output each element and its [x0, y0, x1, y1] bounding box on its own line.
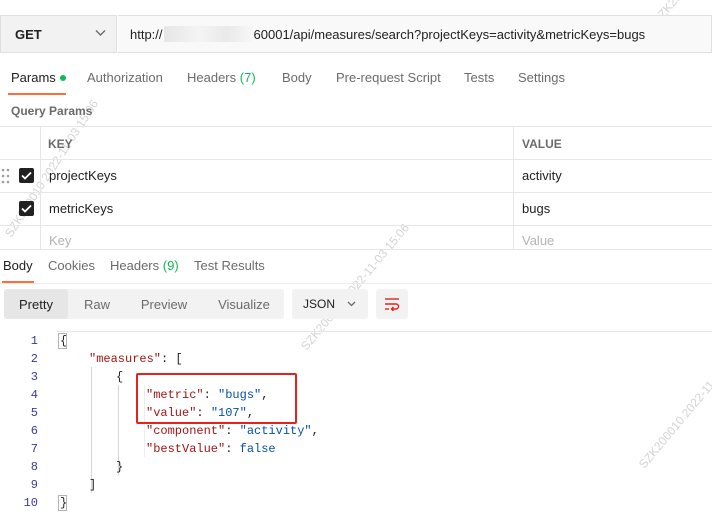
tab-authorization[interactable]: Authorization [87, 70, 163, 85]
tab-headers[interactable]: Headers (7) [187, 70, 256, 85]
column-header-key: KEY [48, 137, 73, 151]
tab-pre-request-script[interactable]: Pre-request Script [336, 70, 441, 85]
tab-tests[interactable]: Tests [464, 70, 494, 85]
format-label: JSON [303, 297, 336, 311]
bracket-match [58, 495, 67, 511]
request-url-bar: GET http:// 60001/api/measures/search?pro… [0, 15, 712, 53]
redacted-host [163, 26, 253, 42]
response-tab-cookies[interactable]: Cookies [48, 258, 95, 273]
view-visualize-button[interactable]: Visualize [210, 289, 278, 319]
wrap-lines-button[interactable] [376, 289, 408, 319]
view-raw-button[interactable]: Raw [76, 289, 118, 319]
checkbox-checked-icon [21, 204, 32, 213]
active-tab-indicator [8, 93, 66, 95]
line-number: 8 [30, 460, 38, 474]
code-text: ] [89, 478, 97, 492]
code-text: "bestValue": false [146, 442, 276, 456]
request-tabs: Params Authorization Headers (7) Body Pr… [0, 66, 712, 90]
response-tabs-divider [0, 283, 712, 284]
line-number: 4 [30, 388, 38, 402]
response-tab-test-results[interactable]: Test Results [194, 258, 265, 273]
code-text: } [116, 460, 124, 474]
new-param-key-input[interactable]: Key [49, 233, 71, 248]
param-checkbox-metrickeys[interactable] [19, 201, 34, 216]
param-value-cell[interactable]: activity [522, 168, 562, 183]
wrap-lines-icon [385, 298, 400, 311]
line-number: 6 [30, 424, 38, 438]
view-preview-button[interactable]: Preview [132, 289, 196, 319]
bracket-match [58, 333, 67, 349]
code-text: { [116, 370, 124, 384]
table-border [0, 126, 712, 127]
table-border [40, 126, 41, 249]
tab-params[interactable]: Params [11, 70, 66, 85]
tab-body[interactable]: Body [282, 70, 312, 85]
drag-handle-icon[interactable] [1, 168, 10, 184]
line-number: 7 [30, 442, 38, 456]
table-border [513, 126, 514, 249]
line-number: 3 [30, 370, 38, 384]
url-input[interactable]: http:// 60001/api/measures/search?project… [118, 15, 712, 53]
response-tab-body[interactable]: Body [3, 258, 33, 273]
new-param-value-input[interactable]: Value [522, 233, 554, 248]
query-params-title: Query Params [11, 104, 93, 118]
code-text: "measures": [ [89, 352, 183, 366]
line-number: 10 [23, 496, 38, 510]
response-headers-count: (9) [162, 258, 179, 273]
column-header-value: VALUE [522, 137, 562, 151]
checkbox-checked-icon [21, 171, 32, 180]
chevron-down-icon [347, 301, 356, 307]
table-border [0, 249, 712, 250]
url-prefix: http:// [130, 26, 163, 42]
annotation-highlight-box [136, 373, 297, 424]
method-label: GET [15, 26, 42, 42]
line-number: 5 [30, 406, 38, 420]
format-select[interactable]: JSON [292, 289, 368, 319]
params-active-dot [59, 74, 66, 81]
param-key-cell[interactable]: projectKeys [49, 168, 117, 183]
response-tab-headers[interactable]: Headers (9) [110, 258, 179, 273]
code-text: "component": "activity", [146, 424, 319, 438]
tab-settings[interactable]: Settings [518, 70, 565, 85]
param-value-cell[interactable]: bugs [522, 201, 550, 216]
view-mode-group: Pretty Raw Preview Visualize [4, 289, 284, 319]
param-checkbox-projectkeys[interactable] [19, 168, 34, 183]
line-number: 9 [30, 478, 38, 492]
table-border [0, 225, 712, 226]
param-key-cell[interactable]: metricKeys [49, 201, 113, 216]
url-path: 60001/api/measures/search?projectKeys=ac… [253, 26, 646, 42]
method-select[interactable]: GET [0, 15, 117, 53]
line-number: 1 [30, 334, 38, 348]
headers-count: (7) [239, 70, 256, 85]
chevron-down-icon [95, 30, 106, 36]
line-number: 2 [30, 352, 38, 366]
view-pretty-button[interactable]: Pretty [4, 289, 68, 319]
table-border [0, 192, 712, 193]
table-border [0, 159, 712, 160]
